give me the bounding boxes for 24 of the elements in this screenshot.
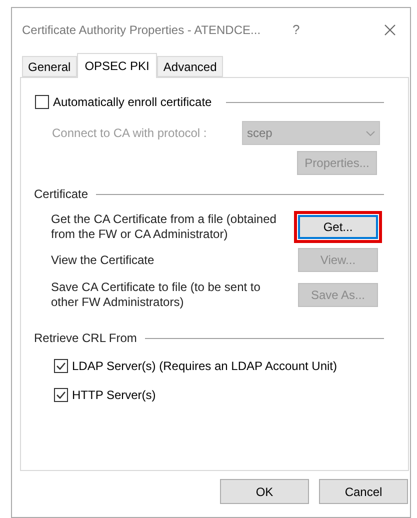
checkmark-icon bbox=[56, 362, 66, 370]
checkbox-label: LDAP Server(s) (Requires an LDAP Account Unit) bbox=[72, 358, 338, 375]
help-button[interactable]: ? bbox=[292, 20, 300, 40]
dialog-button[interactable]: Get... bbox=[298, 215, 378, 239]
row-description: View the Certificate bbox=[51, 252, 156, 268]
tab[interactable]: General bbox=[22, 56, 77, 77]
checkbox-label: HTTP Server(s) bbox=[72, 387, 156, 404]
tab[interactable]: Advanced bbox=[157, 56, 223, 77]
row-description: Get the CA Certificate from a file (obtained from the FW or CA Administrator) bbox=[51, 212, 278, 242]
row-description: Save CA Certificate to file (to be sent to other FW Administrators) bbox=[51, 280, 262, 310]
checkbox[interactable] bbox=[54, 388, 68, 402]
section-heading: Retrieve CRL From bbox=[34, 330, 137, 347]
tab[interactable]: OPSEC PKI bbox=[76, 53, 158, 78]
chevron-down-icon bbox=[366, 130, 375, 136]
section-heading: Certificate bbox=[34, 186, 88, 203]
dialog-button[interactable]: Cancel bbox=[319, 479, 408, 504]
dialog-button[interactable]: OK bbox=[220, 479, 309, 504]
checkmark-icon bbox=[56, 391, 66, 399]
window-title: Certificate Authority Properties - ATENDCE... bbox=[22, 22, 261, 39]
checkbox[interactable] bbox=[54, 359, 68, 373]
close-icon[interactable] bbox=[384, 24, 396, 36]
field-label: Connect to CA with protocol : bbox=[52, 125, 208, 142]
checkbox[interactable] bbox=[35, 95, 49, 109]
checkbox-label: Automatically enroll certificate bbox=[53, 94, 212, 111]
